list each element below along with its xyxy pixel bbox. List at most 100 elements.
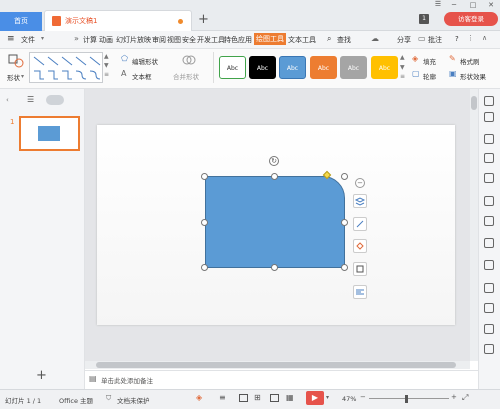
menu-dev-tools[interactable]: 开发工具 bbox=[197, 35, 225, 45]
protect-status[interactable]: 文档未保护 bbox=[117, 395, 150, 405]
text-wrap-icon[interactable] bbox=[353, 285, 367, 299]
style-gallery-up-icon[interactable]: ▲ bbox=[400, 54, 405, 61]
share-button[interactable]: 分享 bbox=[397, 35, 411, 45]
sidebar-shape-icon[interactable] bbox=[484, 112, 494, 122]
menu-calc[interactable]: 计算 bbox=[83, 35, 97, 45]
slide-view-toggle[interactable] bbox=[46, 95, 64, 105]
sidebar-transition-icon[interactable] bbox=[484, 196, 494, 206]
chevron-down-icon[interactable]: ▾ bbox=[41, 35, 44, 42]
zoom-level[interactable]: 47% bbox=[342, 395, 356, 403]
sorter-view-icon[interactable]: ⊞ bbox=[254, 393, 261, 402]
search-button[interactable]: 查找 bbox=[337, 35, 351, 45]
add-slide-button[interactable]: + bbox=[36, 368, 47, 383]
shape-button[interactable]: 形状 bbox=[7, 72, 20, 82]
menu-animation[interactable]: 动画 bbox=[99, 35, 113, 45]
annotate-button[interactable]: 批注 bbox=[428, 35, 442, 45]
shape-insert-icon[interactable] bbox=[8, 54, 24, 68]
shape-style-blue[interactable]: Abc bbox=[279, 56, 306, 79]
sidebar-copy-icon[interactable] bbox=[484, 153, 494, 163]
resize-handle-nw[interactable] bbox=[201, 173, 208, 180]
beautify-icon[interactable]: ◈ bbox=[196, 393, 202, 402]
close-window-icon[interactable]: ✕ bbox=[485, 1, 497, 9]
theme-name[interactable]: Office 主题 bbox=[59, 395, 93, 405]
resize-handle-ne[interactable] bbox=[341, 173, 348, 180]
visitor-login-button[interactable]: 访客登录 bbox=[444, 12, 498, 26]
outline-button[interactable]: 轮廓 bbox=[423, 71, 436, 81]
zoom-slider-thumb[interactable] bbox=[405, 395, 408, 403]
sidebar-image-icon[interactable] bbox=[484, 260, 494, 270]
more-icon[interactable]: ⋮ bbox=[467, 34, 474, 42]
notes-toggle-icon[interactable]: ≡ bbox=[219, 393, 226, 402]
vertical-scroll-thumb[interactable] bbox=[471, 96, 477, 110]
gallery-up-icon[interactable]: ▲ bbox=[104, 53, 109, 60]
sidebar-settings-icon[interactable] bbox=[484, 96, 494, 106]
format-painter-button[interactable]: 格式刷 bbox=[460, 56, 480, 66]
shape-style-gray[interactable]: Abc bbox=[340, 56, 367, 79]
menu-slideshow[interactable]: 幻灯片放映 bbox=[116, 35, 151, 45]
shape-style-gold[interactable]: Abc bbox=[371, 56, 398, 79]
fit-window-icon[interactable]: ⤢ bbox=[462, 393, 468, 403]
window-count-badge[interactable]: 1 bbox=[419, 14, 429, 24]
maximize-icon[interactable]: □ bbox=[467, 1, 479, 9]
search-icon[interactable]: ⌕ bbox=[327, 34, 331, 44]
notes-view-icon[interactable]: ▦ bbox=[286, 393, 294, 402]
resize-handle-w[interactable] bbox=[201, 219, 208, 226]
shape-style-black[interactable]: Abc bbox=[249, 56, 276, 79]
zoom-slider[interactable] bbox=[369, 398, 449, 399]
double-chevron-icon[interactable]: » bbox=[74, 34, 79, 43]
sidebar-list-icon[interactable] bbox=[484, 238, 494, 248]
document-tab[interactable]: 演示文稿1 bbox=[44, 10, 192, 31]
horizontal-scroll-thumb[interactable] bbox=[96, 362, 456, 368]
gallery-down-icon[interactable]: ▼ bbox=[104, 62, 109, 69]
play-options-icon[interactable]: ▾ bbox=[326, 394, 329, 401]
minimize-icon[interactable]: ─ bbox=[448, 1, 460, 9]
shape-effect-button[interactable]: 形状效果 bbox=[460, 71, 486, 81]
collapse-ribbon-icon[interactable]: ∧ bbox=[482, 34, 487, 42]
collapse-panel-icon[interactable]: ‹ bbox=[6, 96, 9, 104]
style-gallery-expand-icon[interactable]: ≡ bbox=[400, 73, 405, 80]
cloud-icon[interactable]: ☁ bbox=[371, 34, 379, 43]
edit-shape-button[interactable]: 编辑形状 bbox=[132, 56, 158, 66]
sidebar-animation-icon[interactable] bbox=[484, 173, 494, 183]
layers-icon[interactable] bbox=[353, 194, 367, 208]
shape-style-white[interactable]: Abc bbox=[219, 56, 246, 79]
shape-gallery[interactable] bbox=[29, 52, 103, 83]
menu-special-apps[interactable]: 特色应用 bbox=[224, 35, 252, 45]
sidebar-tool-icon[interactable] bbox=[484, 344, 494, 354]
sidebar-app-icon[interactable] bbox=[484, 324, 494, 334]
hamburger-icon[interactable]: ≡ bbox=[7, 34, 15, 44]
rotate-handle-icon[interactable]: ↻ bbox=[269, 156, 279, 166]
zoom-in-button[interactable]: + bbox=[451, 393, 457, 401]
vertical-scrollbar[interactable] bbox=[470, 89, 478, 361]
text-box-button[interactable]: 文本框 bbox=[132, 71, 152, 81]
outline-view-icon[interactable]: ☰ bbox=[27, 95, 34, 104]
new-tab-button[interactable]: + bbox=[198, 12, 209, 27]
rounded-rectangle-shape[interactable] bbox=[205, 176, 345, 268]
menu-view[interactable]: 视图 bbox=[167, 35, 181, 45]
pen-icon[interactable] bbox=[353, 217, 367, 231]
resize-handle-e[interactable] bbox=[341, 219, 348, 226]
reading-view-icon[interactable] bbox=[270, 394, 279, 402]
collapse-float-icon[interactable]: − bbox=[355, 178, 365, 188]
normal-view-icon[interactable] bbox=[239, 394, 248, 402]
menu-security[interactable]: 安全 bbox=[182, 35, 196, 45]
window-menu-icon[interactable]: ☰ bbox=[432, 0, 444, 8]
help-button[interactable]: ? bbox=[455, 35, 459, 43]
resize-handle-sw[interactable] bbox=[201, 264, 208, 271]
play-button[interactable]: ▶ bbox=[306, 391, 324, 405]
menu-review[interactable]: 审阅 bbox=[152, 35, 166, 45]
resize-handle-n[interactable] bbox=[271, 173, 278, 180]
file-menu[interactable]: 文件 bbox=[21, 35, 35, 45]
frame-icon[interactable] bbox=[353, 262, 367, 276]
fill-bucket-icon[interactable] bbox=[353, 239, 367, 253]
comment-icon[interactable]: ▭ bbox=[418, 34, 426, 43]
home-tab[interactable]: 首页 bbox=[0, 12, 42, 31]
sidebar-backup-icon[interactable] bbox=[484, 283, 494, 293]
menu-drawing-tools[interactable]: 绘图工具 bbox=[254, 33, 286, 45]
fill-button[interactable]: 填充 bbox=[423, 56, 436, 66]
sidebar-chart-icon[interactable] bbox=[484, 216, 494, 226]
gallery-expand-icon[interactable]: ≡ bbox=[104, 71, 109, 78]
zoom-out-button[interactable]: − bbox=[360, 393, 366, 401]
shape-style-orange[interactable]: Abc bbox=[310, 56, 337, 79]
menu-text-tools[interactable]: 文本工具 bbox=[288, 35, 316, 45]
